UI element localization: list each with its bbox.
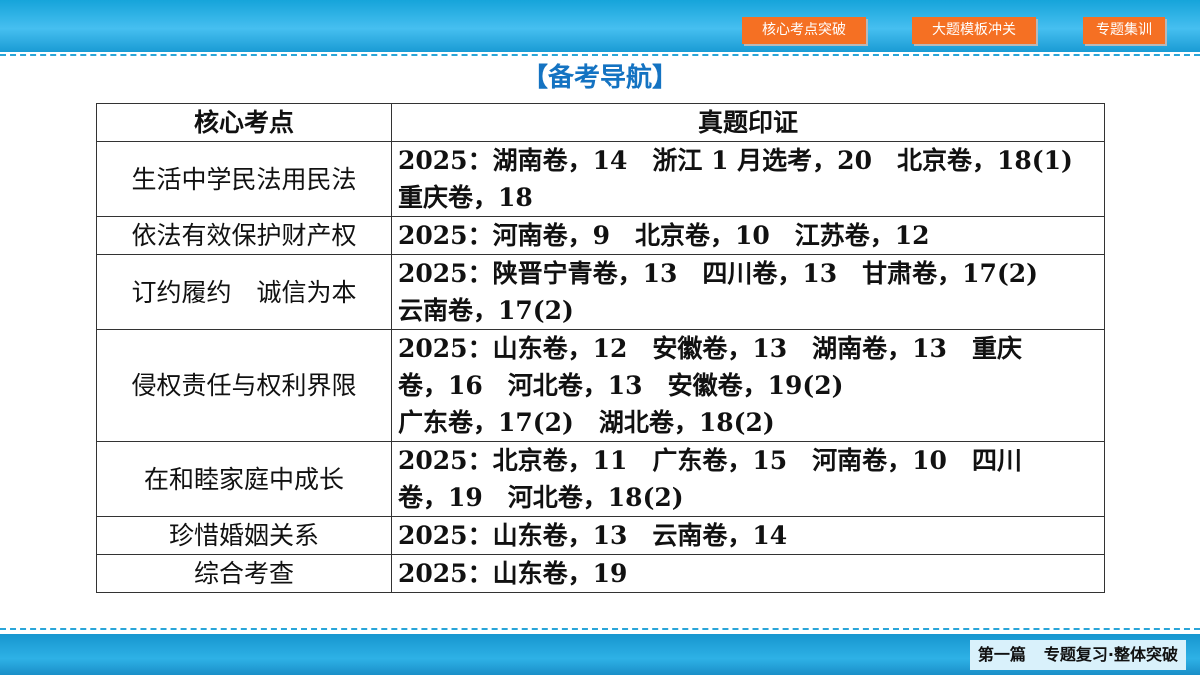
case-line: 2025：山东卷，13 云南卷，14 [398, 521, 788, 550]
case-line: 广东卷，17(2) 湖北卷，18(2) [398, 408, 775, 437]
cases-cell: 2025：陕晋宁青卷，13 四川卷，13 甘肃卷，17(2) 云南卷，17(2) [391, 254, 1105, 330]
footer-part: 第一篇 [977, 645, 1026, 664]
footer-label: 第一篇 专题复习·整体突破 [969, 640, 1186, 670]
table-row: 综合考查 2025：山东卷，19 [96, 554, 1105, 593]
case-line: 2025：北京卷，11 广东卷，15 河南卷，10 四川 [398, 446, 1022, 475]
header-core-points: 核心考点 [96, 103, 392, 142]
nav-button-core-points[interactable]: 核心考点突破 [742, 17, 866, 44]
table-row: 珍惜婚姻关系 2025：山东卷，13 云南卷，14 [96, 516, 1105, 555]
top-divider [0, 54, 1200, 56]
case-line: 云南卷，17(2) [398, 296, 574, 325]
case-line: 2025：湖南卷，14 浙江 1 月选考，20 北京卷，18(1) [398, 146, 1073, 175]
topic-cell: 综合考查 [96, 554, 392, 593]
nav-button-templates[interactable]: 大题模板冲关 [912, 17, 1036, 44]
case-line: 2025：山东卷，12 安徽卷，13 湖南卷，13 重庆 [398, 334, 1022, 363]
exam-guide-table: 核心考点 真题印证 生活中学民法用民法 2025：湖南卷，14 浙江 1 月选考… [96, 103, 1105, 593]
page-title: 【备考导航】 [521, 63, 678, 93]
table-header-row: 核心考点 真题印证 [96, 103, 1105, 142]
cases-cell: 2025：山东卷，13 云南卷，14 [391, 516, 1105, 555]
table-row: 在和睦家庭中成长 2025：北京卷，11 广东卷，15 河南卷，10 四川 卷，… [96, 441, 1105, 517]
topic-cell: 在和睦家庭中成长 [96, 441, 392, 517]
cases-cell: 2025：北京卷，11 广东卷，15 河南卷，10 四川 卷，19 河北卷，18… [391, 441, 1105, 517]
topic-cell: 依法有效保护财产权 [96, 216, 392, 255]
topic-cell: 生活中学民法用民法 [96, 141, 392, 217]
case-line: 重庆卷，18 [398, 183, 533, 212]
topic-cell: 订约履约 诚信为本 [96, 254, 392, 330]
table-row: 订约履约 诚信为本 2025：陕晋宁青卷，13 四川卷，13 甘肃卷，17(2)… [96, 254, 1105, 330]
cases-cell: 2025：河南卷，9 北京卷，10 江苏卷，12 [391, 216, 1105, 255]
case-line: 卷，19 河北卷，18(2) [398, 483, 684, 512]
topic-cell: 侵权责任与权利界限 [96, 329, 392, 442]
case-line: 2025：河南卷，9 北京卷，10 江苏卷，12 [398, 221, 930, 250]
cases-cell: 2025：湖南卷，14 浙江 1 月选考，20 北京卷，18(1) 重庆卷，18 [391, 141, 1105, 217]
bottom-divider [0, 628, 1200, 630]
table-row: 侵权责任与权利界限 2025：山东卷，12 安徽卷，13 湖南卷，13 重庆 卷… [96, 329, 1105, 442]
nav-button-training[interactable]: 专题集训 [1083, 17, 1165, 44]
cases-cell: 2025：山东卷，19 [391, 554, 1105, 593]
table-row: 生活中学民法用民法 2025：湖南卷，14 浙江 1 月选考，20 北京卷，18… [96, 141, 1105, 217]
topic-cell: 珍惜婚姻关系 [96, 516, 392, 555]
footer-section: 专题复习·整体突破 [1043, 645, 1178, 664]
case-line: 2025：山东卷，19 [398, 559, 628, 588]
cases-cell: 2025：山东卷，12 安徽卷，13 湖南卷，13 重庆 卷，16 河北卷，13… [391, 329, 1105, 442]
header-exam-evidence: 真题印证 [391, 103, 1105, 142]
table-row: 依法有效保护财产权 2025：河南卷，9 北京卷，10 江苏卷，12 [96, 216, 1105, 255]
case-line: 2025：陕晋宁青卷，13 四川卷，13 甘肃卷，17(2) [398, 259, 1039, 288]
case-line: 卷，16 河北卷，13 安徽卷，19(2) [398, 371, 844, 400]
